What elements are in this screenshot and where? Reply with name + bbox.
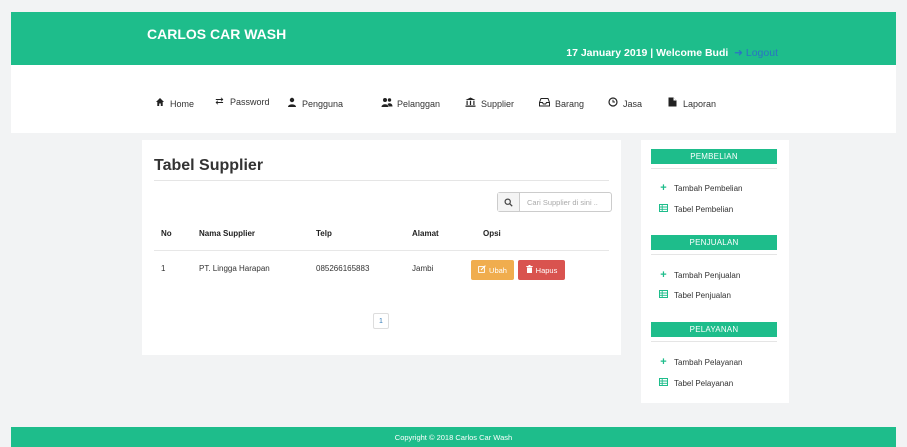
sidebar-divider bbox=[651, 254, 777, 255]
sidebar-link-tabel-pembelian[interactable]: Tabel Pembelian bbox=[659, 204, 733, 214]
sidebar-heading-pelayanan: PELAYANAN bbox=[651, 322, 777, 337]
sidebar-link-tabel-pelayanan[interactable]: Tabel Pelayanan bbox=[659, 378, 733, 388]
column-header-alamat: Alamat bbox=[412, 229, 439, 238]
nav-item-label: Pelanggan bbox=[397, 98, 441, 109]
cell-no: 1 bbox=[161, 264, 166, 273]
nav-item-label: Jasa bbox=[623, 98, 643, 109]
nav-item-supplier[interactable]: Supplier bbox=[465, 97, 514, 110]
welcome-text: 17 January 2019 | Welcome Budi ➜ Logout bbox=[566, 47, 778, 59]
top-header: CARLOS CAR WASH 17 January 2019 | Welcom… bbox=[11, 12, 896, 65]
sidebar-link-label: Tabel Penjualan bbox=[674, 290, 731, 300]
supplier-panel: Tabel Supplier No Nama Supplier Telp Ala… bbox=[142, 140, 621, 355]
nav-item-pelanggan[interactable]: Pelanggan bbox=[381, 97, 440, 110]
nav-item-home[interactable]: Home bbox=[154, 97, 194, 110]
cell-nama: PT. Lingga Harapan bbox=[199, 264, 270, 273]
table-icon bbox=[659, 290, 668, 300]
brand-title: CARLOS CAR WASH bbox=[147, 26, 287, 42]
edit-icon bbox=[478, 265, 486, 275]
edit-button[interactable]: Ubah bbox=[471, 260, 514, 280]
column-header-no: No bbox=[161, 229, 172, 238]
nav-item-password[interactable]: ⇄ Password bbox=[214, 96, 270, 108]
plus-icon: + bbox=[660, 182, 667, 194]
logout-link[interactable]: Logout bbox=[746, 47, 778, 59]
bank-icon bbox=[465, 97, 476, 110]
sidebar-heading-penjualan: PENJUALAN bbox=[651, 235, 777, 250]
nav-item-label: Barang bbox=[555, 98, 585, 109]
pagination-page-1[interactable]: 1 bbox=[373, 313, 389, 329]
home-icon bbox=[154, 97, 165, 110]
welcome-date-user: 17 January 2019 | Welcome Budi bbox=[566, 47, 729, 59]
file-icon bbox=[667, 97, 678, 110]
delete-button[interactable]: Hapus bbox=[518, 260, 565, 280]
exchange-icon: ⇄ bbox=[215, 96, 224, 107]
main-nav: Home ⇄ Password Pengguna Pelanggan Suppl… bbox=[11, 65, 896, 133]
sidebar-link-label: Tambah Pelayanan bbox=[674, 358, 743, 367]
nav-item-pengguna[interactable]: Pengguna bbox=[286, 97, 343, 110]
sidebar-link-tambah-pelayanan[interactable]: + Tambah Pelayanan bbox=[659, 356, 743, 368]
nav-item-label: Password bbox=[230, 97, 270, 107]
sidebar-heading-pembelian: PEMBELIAN bbox=[651, 149, 777, 164]
plus-icon: + bbox=[660, 269, 667, 281]
inbox-icon bbox=[539, 97, 550, 110]
cell-alamat: Jambi bbox=[412, 264, 434, 273]
logout-icon[interactable]: ➜ bbox=[731, 47, 743, 59]
column-header-telp: Telp bbox=[316, 229, 332, 238]
clock-icon bbox=[607, 97, 618, 110]
page-title: Tabel Supplier bbox=[154, 157, 264, 174]
sidebar-link-tambah-penjualan[interactable]: + Tambah Penjualan bbox=[659, 270, 740, 281]
delete-button-label: Hapus bbox=[535, 265, 558, 275]
nav-item-label: Supplier bbox=[481, 98, 515, 109]
search-group bbox=[497, 192, 612, 212]
sidebar-link-label: Tabel Pelayanan bbox=[674, 378, 734, 388]
user-icon bbox=[286, 97, 297, 110]
cell-telp: 085266165883 bbox=[316, 264, 370, 273]
plus-icon: + bbox=[660, 356, 667, 368]
sidebar-link-label: Tambah Penjualan bbox=[674, 271, 741, 280]
sidebar-divider bbox=[651, 168, 777, 169]
column-header-opsi: Opsi bbox=[483, 229, 501, 238]
table-icon bbox=[659, 204, 668, 214]
sidebar-divider bbox=[651, 341, 777, 342]
column-header-nama: Nama Supplier bbox=[199, 229, 256, 238]
nav-item-jasa[interactable]: Jasa bbox=[607, 97, 642, 110]
search-icon[interactable] bbox=[498, 193, 520, 211]
users-icon bbox=[381, 97, 393, 110]
nav-item-label: Home bbox=[170, 98, 195, 109]
sidebar-link-tambah-pembelian[interactable]: + Tambah Pembelian bbox=[659, 183, 742, 194]
edit-button-label: Ubah bbox=[489, 265, 507, 275]
right-sidebar: PEMBELIAN + Tambah Pembelian Tabel Pembe… bbox=[641, 140, 789, 403]
nav-item-barang[interactable]: Barang bbox=[539, 97, 584, 110]
table-icon bbox=[659, 378, 668, 388]
title-divider bbox=[154, 180, 609, 181]
trash-icon bbox=[525, 265, 533, 275]
nav-item-label: Pengguna bbox=[302, 98, 344, 109]
sidebar-link-label: Tabel Pembelian bbox=[674, 204, 734, 214]
sidebar-link-tabel-penjualan[interactable]: Tabel Penjualan bbox=[659, 290, 731, 300]
footer: Copyright © 2018 Carlos Car Wash bbox=[11, 427, 896, 447]
table-header-divider bbox=[154, 250, 609, 251]
search-input[interactable] bbox=[520, 193, 611, 211]
nav-item-label: Laporan bbox=[683, 98, 717, 109]
nav-item-laporan[interactable]: Laporan bbox=[667, 97, 716, 110]
footer-copyright: Copyright © 2018 Carlos Car Wash bbox=[394, 432, 513, 442]
sidebar-link-label: Tambah Pembelian bbox=[674, 184, 743, 193]
